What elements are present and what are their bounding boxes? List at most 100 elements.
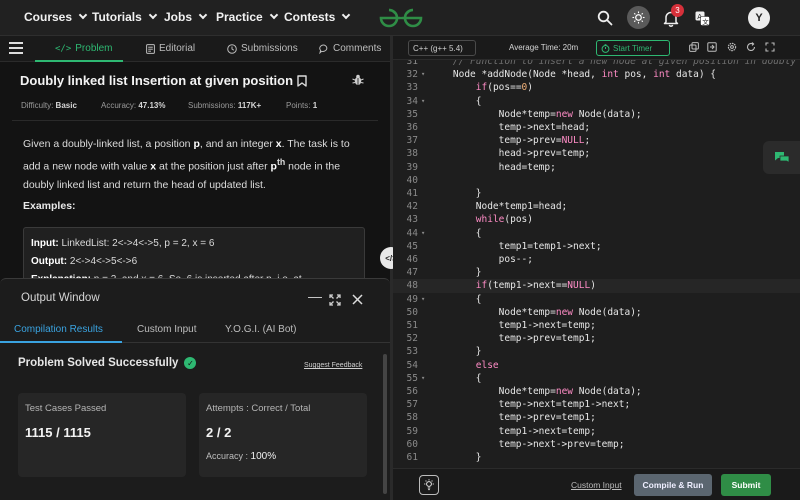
reset-code-icon[interactable] xyxy=(707,42,717,52)
scrollbar[interactable] xyxy=(383,354,387,494)
nav-courses[interactable]: Courses xyxy=(24,10,88,24)
line-number: 51 xyxy=(406,320,418,331)
line-number: 45 xyxy=(406,240,418,252)
accuracy-label: Accuracy: xyxy=(101,101,137,110)
fold-toggle-icon[interactable]: ▾ xyxy=(421,227,425,240)
tab-editorial[interactable]: Editorial xyxy=(146,43,195,54)
code-line[interactable]: 49 ▾ { xyxy=(393,293,800,306)
code-line[interactable]: 50 Node*temp=new Node(data); xyxy=(393,306,800,319)
code-line[interactable]: 41 } xyxy=(393,187,800,200)
submit-button[interactable]: Submit xyxy=(721,474,771,496)
close-icon[interactable] xyxy=(352,294,363,305)
code-line[interactable]: 40 xyxy=(393,174,800,187)
compile-run-button[interactable]: Compile & Run xyxy=(634,474,712,496)
attempts-card: Attempts : Correct / Total 2 / 2 Accurac… xyxy=(199,393,367,477)
fold-toggle-icon[interactable]: ▾ xyxy=(421,372,425,385)
test-cases-card: Test Cases Passed 1115 / 1115 xyxy=(18,393,186,477)
code-line[interactable]: 47 } xyxy=(393,266,800,279)
code-line[interactable]: 45 temp1=temp1->next; xyxy=(393,240,800,253)
nav-practice[interactable]: Practice xyxy=(216,10,278,24)
code-line[interactable]: 51 temp1->next=temp; xyxy=(393,319,800,332)
code-text: if(temp1->next==NULL) xyxy=(475,280,596,292)
code-line[interactable]: 35 Node*temp=new Node(data); xyxy=(393,108,800,121)
fold-toggle-icon[interactable]: ▾ xyxy=(421,68,425,81)
code-line[interactable]: 61 } xyxy=(393,451,800,464)
tab-problem[interactable]: </> Problem xyxy=(55,43,113,54)
language-select[interactable]: C++ (g++ 5.4) xyxy=(408,40,476,56)
expand-icon[interactable] xyxy=(329,294,341,306)
code-line[interactable]: 46 pos--; xyxy=(393,253,800,266)
custom-input-link[interactable]: Custom Input xyxy=(571,480,622,490)
accuracy-result-value: 100% xyxy=(250,451,277,462)
code-line[interactable]: 38 head->prev=temp; xyxy=(393,147,800,160)
code-line[interactable]: 36 temp->next=head; xyxy=(393,121,800,134)
desc-sup: th xyxy=(276,157,286,167)
copy-icon[interactable] xyxy=(689,42,699,52)
tab-submissions[interactable]: Submissions xyxy=(227,43,298,54)
fullscreen-icon[interactable] xyxy=(765,42,775,52)
divider xyxy=(12,120,378,121)
code-line[interactable]: 48 if(temp1->next==NULL) xyxy=(393,279,800,293)
suggest-feedback-link[interactable]: Suggest Feedback xyxy=(304,362,362,369)
code-line[interactable]: 43 while(pos) xyxy=(393,213,800,226)
code-line[interactable]: 42 Node*temp1=head; xyxy=(393,200,800,213)
translate-icon[interactable]: A文 xyxy=(692,8,712,28)
minimize-icon[interactable]: — xyxy=(308,288,322,304)
code-line[interactable]: 53 } xyxy=(393,345,800,358)
code-line[interactable]: 34 ▾ { xyxy=(393,95,800,108)
fold-toggle-icon[interactable]: ▾ xyxy=(421,293,425,306)
code-line[interactable]: 60 temp->next->prev=temp; xyxy=(393,438,800,451)
avatar[interactable]: Y xyxy=(748,7,770,29)
code-text: // Function to insert a new node at give… xyxy=(452,60,797,67)
difficulty-meta: Difficulty: Basic xyxy=(21,101,77,110)
code-line[interactable]: 39 head=temp; xyxy=(393,161,800,174)
code-text: } xyxy=(430,346,482,358)
code-line[interactable]: 56 Node*temp=new Node(data); xyxy=(393,385,800,398)
line-number: 46 xyxy=(406,254,418,265)
theme-toggle-icon[interactable] xyxy=(627,6,650,29)
submissions-meta: Submissions: 117K+ xyxy=(188,101,261,110)
nav-contests[interactable]: Contests xyxy=(284,10,351,24)
code-line[interactable]: 57 temp->next=temp1->next; xyxy=(393,398,800,411)
comment-icon xyxy=(319,44,328,54)
tab-yogi-ai-bot[interactable]: Y.O.G.I. (AI Bot) xyxy=(225,324,297,335)
tab-comments[interactable]: Comments xyxy=(319,43,381,54)
line-number: 58 xyxy=(406,412,418,424)
points-meta: Points: 1 xyxy=(286,101,317,110)
hint-bulb-icon[interactable] xyxy=(419,475,439,495)
output-window-title: Output Window xyxy=(21,292,100,304)
code-line[interactable]: 32 ▾ Node *addNode(Node *head, int pos, i… xyxy=(393,68,800,81)
code-text: temp1->next=temp; xyxy=(430,320,596,331)
line-number: 55 xyxy=(406,372,418,384)
code-area[interactable]: 31 // Function to insert a new node at g… xyxy=(393,60,800,498)
code-line[interactable]: 44 ▾ { xyxy=(393,227,800,240)
code-line[interactable]: 33 if(pos==0) xyxy=(393,81,800,94)
code-line[interactable]: 52 temp->prev=temp1; xyxy=(393,332,800,345)
submissions-label: Submissions: xyxy=(188,101,236,110)
code-line[interactable]: 54 else xyxy=(393,359,800,372)
search-icon[interactable] xyxy=(595,8,615,28)
code-text: temp->next=temp1->next; xyxy=(430,399,631,411)
code-line[interactable]: 58 temp->prev=temp1; xyxy=(393,411,800,424)
bookmark-icon[interactable] xyxy=(297,74,307,87)
nav-tutorials[interactable]: Tutorials xyxy=(92,10,158,24)
menu-icon[interactable] xyxy=(9,42,23,54)
settings-icon[interactable] xyxy=(727,42,737,52)
submissions-value: 117K+ xyxy=(237,101,262,110)
editor-toolbar: C++ (g++ 5.4) Average Time: 20m Start Ti… xyxy=(393,36,800,60)
code-line[interactable]: 31 // Function to insert a new node at g… xyxy=(393,60,800,68)
line-number: 59 xyxy=(406,425,418,437)
start-timer-button[interactable]: Start Timer xyxy=(596,40,670,56)
code-line[interactable]: 37 temp->prev=NULL; xyxy=(393,134,800,147)
fold-toggle-icon[interactable]: ▾ xyxy=(421,95,425,108)
chat-icon[interactable] xyxy=(763,141,800,174)
desc-text: at the position just after xyxy=(156,160,271,173)
bug-report-icon[interactable] xyxy=(352,74,364,86)
tab-custom-input[interactable]: Custom Input xyxy=(137,324,196,335)
gfg-logo-icon[interactable] xyxy=(378,7,424,29)
nav-jobs[interactable]: Jobs xyxy=(164,10,208,24)
code-line[interactable]: 55 ▾ { xyxy=(393,372,800,385)
refresh-icon[interactable] xyxy=(746,42,756,52)
code-line[interactable]: 59 temp1->next=temp; xyxy=(393,425,800,438)
tab-compilation-results[interactable]: Compilation Results xyxy=(14,324,103,335)
